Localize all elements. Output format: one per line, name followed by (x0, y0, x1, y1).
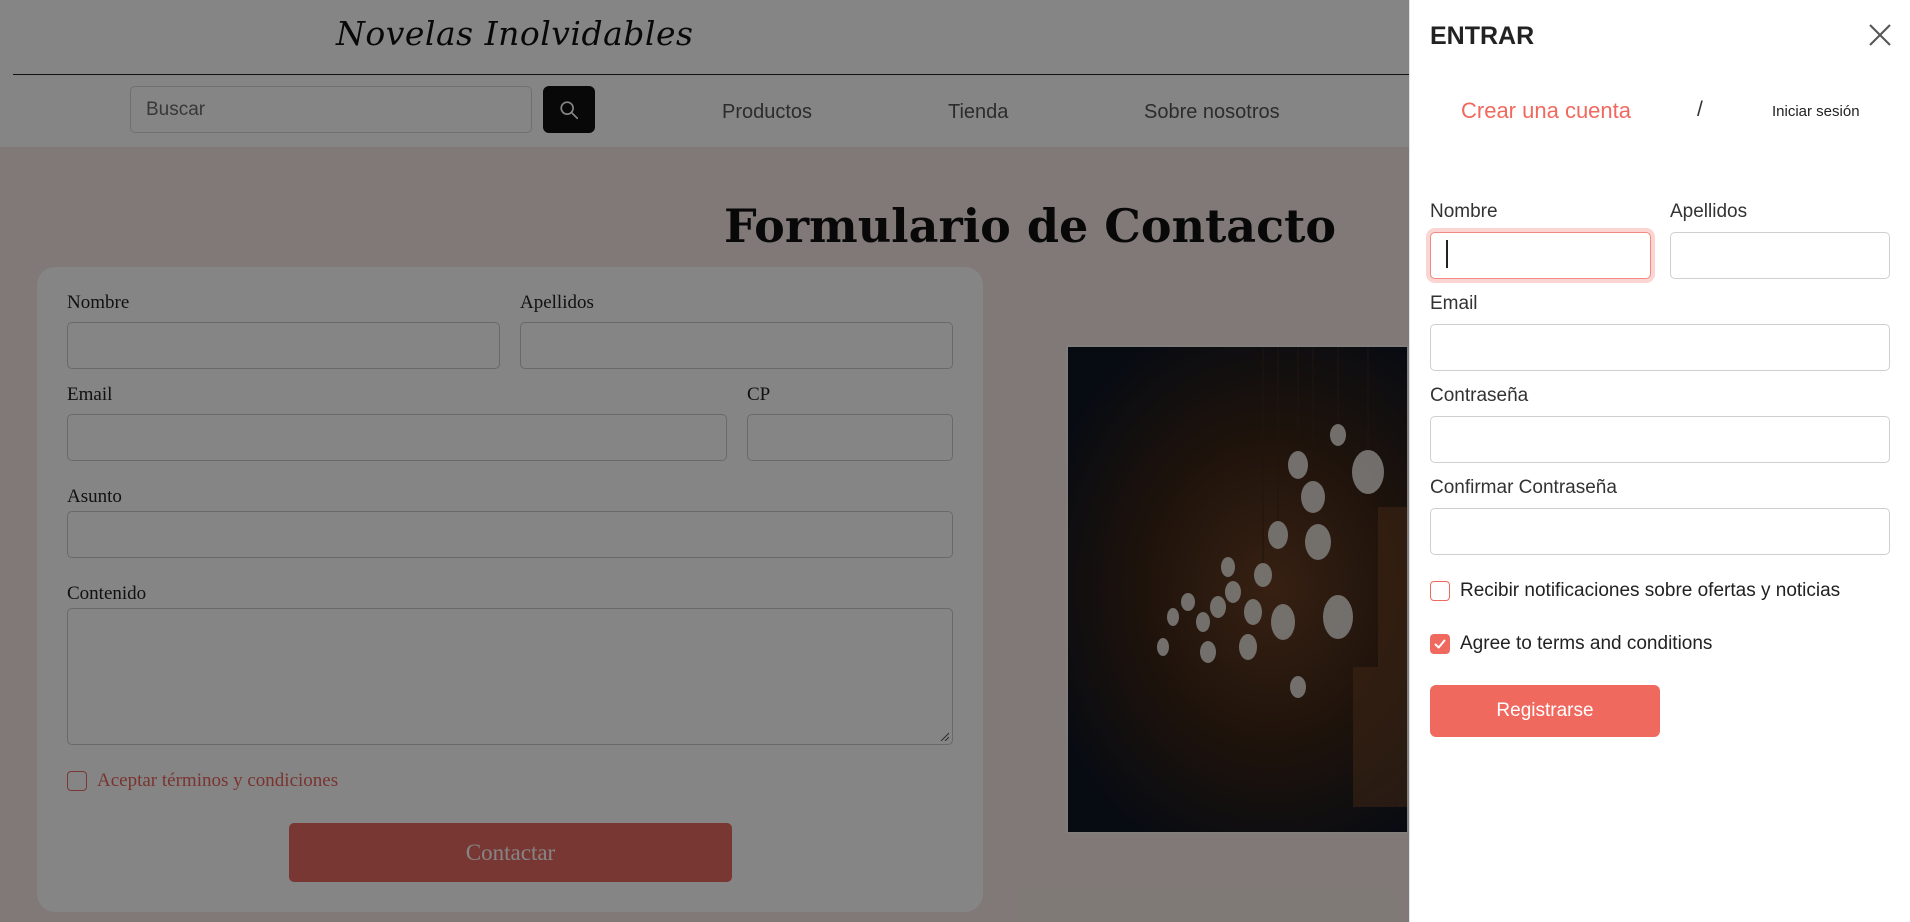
email-input[interactable] (1430, 324, 1890, 371)
tab-create-account[interactable]: Crear una cuenta (1461, 98, 1631, 124)
text-caret (1446, 240, 1448, 268)
nombre-input[interactable] (1430, 232, 1651, 279)
account-drawer: ENTRAR Crear una cuenta / Iniciar sesión… (1409, 0, 1910, 922)
drawer-title: ENTRAR (1430, 22, 1535, 50)
notifications-option[interactable]: Recibir notificaciones sobre ofertas y n… (1430, 580, 1840, 602)
apellidos-input[interactable] (1670, 232, 1890, 279)
tab-login[interactable]: Iniciar sesión (1772, 103, 1860, 120)
close-button[interactable] (1866, 21, 1894, 49)
email-label: Email (1430, 293, 1478, 314)
terms-label: Agree to terms and conditions (1460, 633, 1713, 654)
confirm-password-label: Confirmar Contraseña (1430, 477, 1617, 498)
check-icon (1434, 639, 1446, 649)
password-input[interactable] (1430, 416, 1890, 463)
password-label: Contraseña (1430, 385, 1529, 406)
terms-checkbox[interactable] (1430, 634, 1450, 654)
apellidos-label: Apellidos (1670, 201, 1748, 222)
register-button[interactable]: Registrarse (1430, 685, 1660, 737)
confirm-password-input[interactable] (1430, 508, 1890, 555)
close-icon (1869, 24, 1891, 46)
notifications-checkbox[interactable] (1430, 581, 1450, 601)
nombre-label: Nombre (1430, 201, 1498, 222)
notifications-label: Recibir notificaciones sobre ofertas y n… (1460, 580, 1841, 601)
tab-separator: / (1697, 98, 1703, 121)
terms-option[interactable]: Agree to terms and conditions (1430, 633, 1712, 655)
